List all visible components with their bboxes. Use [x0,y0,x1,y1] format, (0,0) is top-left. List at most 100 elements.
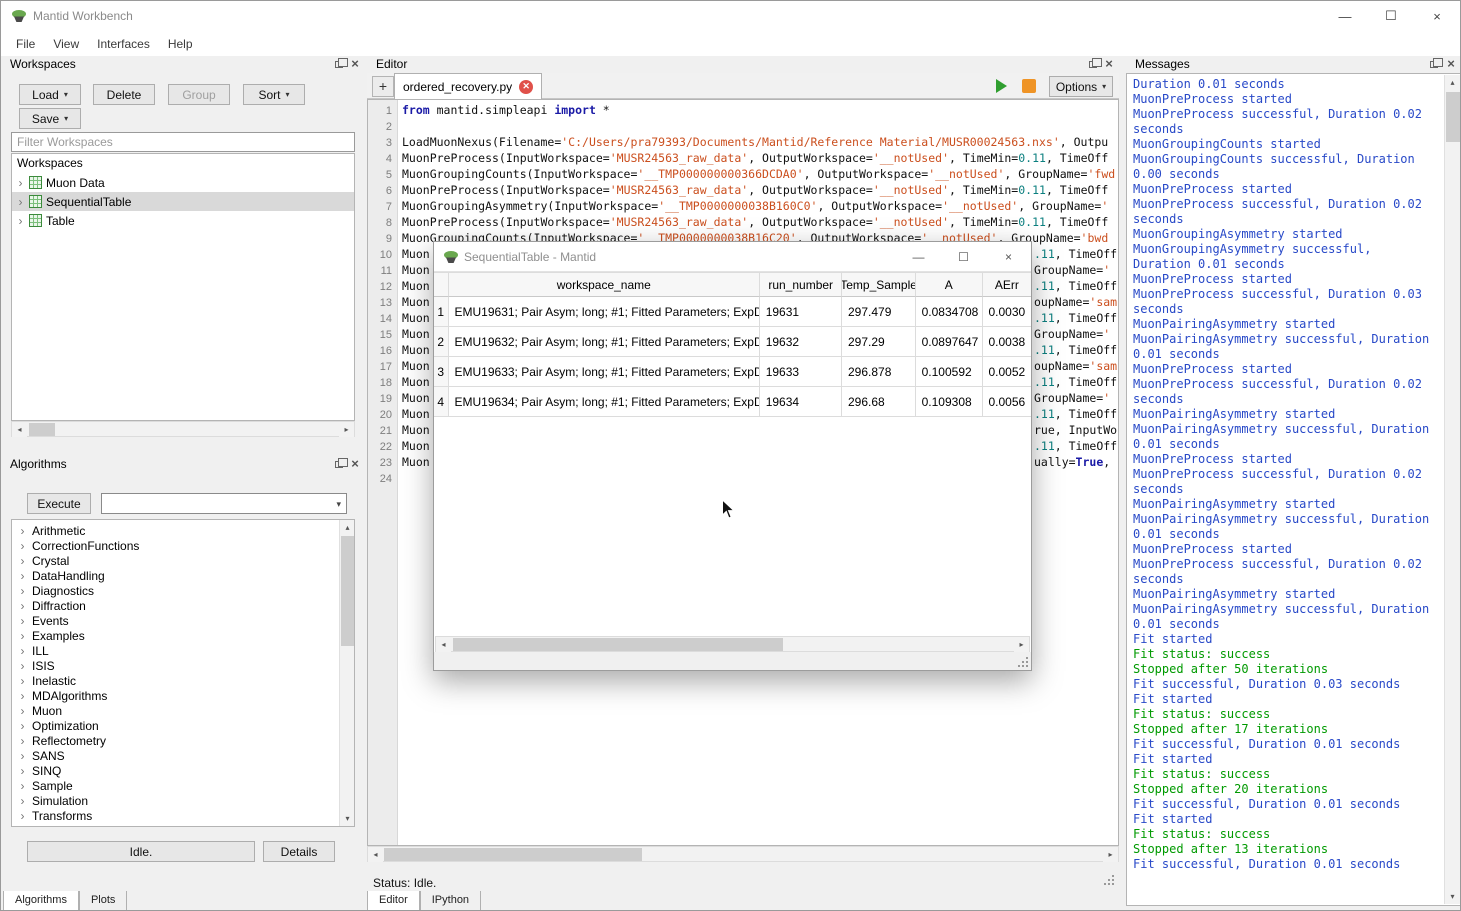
table-cell[interactable]: 0.0056 [983,387,1031,417]
editor-hscrollbar[interactable]: ◂ ▸ [367,846,1119,862]
algorithm-category-transforms[interactable]: ›Transforms [14,809,337,824]
expand-icon[interactable]: › [18,554,27,569]
table-cell[interactable]: 296.68 [842,387,916,417]
row-number[interactable]: 4 [434,387,449,417]
table-cell[interactable]: 19633 [760,357,842,387]
options-button[interactable]: Options▾ [1049,76,1113,97]
expand-icon[interactable]: › [18,524,27,539]
expand-icon[interactable]: › [18,584,27,599]
scroll-down-icon[interactable]: ▾ [340,811,355,826]
expand-icon[interactable]: › [18,644,27,659]
delete-button[interactable]: Delete [93,84,155,105]
expand-icon[interactable]: › [18,719,27,734]
float-icon[interactable] [1430,61,1438,68]
tab-close-icon[interactable]: ✕ [519,80,533,94]
menu-interfaces[interactable]: Interfaces [88,34,159,54]
code-line[interactable]: 5MuonGroupingCounts(InputWorkspace='__TM… [368,166,1118,182]
column-header[interactable]: workspace_name [449,272,761,297]
table-cell[interactable]: 19632 [760,327,842,357]
expand-icon[interactable]: › [18,614,27,629]
algorithm-search-combobox[interactable]: ▾ [101,493,347,514]
workspaces-hscrollbar[interactable]: ◂ ▸ [11,421,355,437]
column-header[interactable]: A [916,272,983,297]
scroll-right-icon[interactable]: ▸ [1103,847,1118,862]
scroll-left-icon[interactable]: ◂ [12,422,27,437]
table-cell[interactable]: 0.0052 [983,357,1031,387]
sequential-table-window[interactable]: SequentialTable - Mantid — ☐ × workspace… [433,241,1032,671]
code-line[interactable]: 2 [368,118,1118,134]
table-window-titlebar[interactable]: SequentialTable - Mantid — ☐ × [434,242,1031,272]
execute-button[interactable]: Execute [27,493,91,514]
table-cell[interactable]: EMU19633; Pair Asym; long; #1; Fitted Pa… [449,357,760,387]
expand-icon[interactable]: › [16,176,25,190]
resize-grip[interactable] [1103,874,1115,886]
table-cell[interactable]: 0.0030 [983,297,1031,327]
save-button[interactable]: Save▾ [19,108,81,129]
expand-icon[interactable]: › [18,629,27,644]
table-cell[interactable]: 296.878 [842,357,916,387]
algorithm-category-sinq[interactable]: ›SINQ [14,764,337,779]
scroll-down-icon[interactable]: ▾ [1445,889,1460,904]
close-icon[interactable]: × [1445,57,1457,71]
minimize-icon[interactable]: — [896,242,941,272]
filter-workspaces-input[interactable] [11,132,355,152]
code-line[interactable]: 4MuonPreProcess(InputWorkspace='MUSR2456… [368,150,1118,166]
abort-icon[interactable] [1022,79,1036,93]
expand-icon[interactable]: › [18,779,27,794]
close-icon[interactable]: × [349,457,361,471]
maximize-icon[interactable]: ☐ [941,242,986,272]
tab-editor[interactable]: Editor [367,891,420,911]
algorithm-category-events[interactable]: ›Events [14,614,337,629]
code-line[interactable]: 1from mantid.simpleapi import * [368,102,1118,118]
scroll-left-icon[interactable]: ◂ [436,637,451,652]
table-cell[interactable]: 19631 [760,297,842,327]
expand-icon[interactable]: › [18,539,27,554]
minimize-icon[interactable]: — [1322,1,1368,31]
expand-icon[interactable]: › [18,764,27,779]
expand-icon[interactable]: › [18,749,27,764]
table-cell[interactable]: EMU19631; Pair Asym; long; #1; Fitted Pa… [449,297,760,327]
scroll-right-icon[interactable]: ▸ [1014,637,1029,652]
idle-button[interactable]: Idle. [27,841,255,862]
expand-icon[interactable]: › [18,689,27,704]
expand-icon[interactable]: › [18,569,27,584]
algorithm-category-diagnostics[interactable]: ›Diagnostics [14,584,337,599]
expand-icon[interactable]: › [18,704,27,719]
algorithms-vscrollbar[interactable]: ▴ ▾ [339,520,354,826]
expand-icon[interactable]: › [16,214,25,228]
file-tab[interactable]: ordered_recovery.py ✕ [394,73,542,99]
details-button[interactable]: Details [263,841,335,862]
scrollbar-thumb[interactable] [384,848,642,861]
maximize-icon[interactable]: ☐ [1368,1,1414,31]
code-line[interactable]: 7MuonGroupingAsymmetry(InputWorkspace='_… [368,198,1118,214]
expand-icon[interactable]: › [18,599,27,614]
menu-file[interactable]: File [7,34,44,54]
close-icon[interactable]: × [986,242,1031,272]
messages-log[interactable]: Duration 0.01 secondsMuonPreProcess star… [1126,73,1461,906]
sort-button[interactable]: Sort▾ [243,84,305,105]
tab-algorithms[interactable]: Algorithms [3,891,79,911]
row-number[interactable]: 1 [434,297,449,327]
scroll-left-icon[interactable]: ◂ [368,847,383,862]
expand-icon[interactable]: › [18,809,27,824]
column-header[interactable]: Temp_Sample [842,272,916,297]
algorithm-category-reflectometry[interactable]: ›Reflectometry [14,734,337,749]
scrollbar-thumb[interactable] [29,423,55,436]
expand-icon[interactable]: › [18,659,27,674]
table-cell[interactable]: 297.29 [842,327,916,357]
column-header[interactable]: AErr [983,272,1031,297]
row-number[interactable]: 2 [434,327,449,357]
algorithm-category-correctionfunctions[interactable]: ›CorrectionFunctions [14,539,337,554]
code-line[interactable]: 3LoadMuonNexus(Filename='C:/Users/pra793… [368,134,1118,150]
new-tab-button[interactable]: + [372,76,394,97]
expand-icon[interactable]: › [18,674,27,689]
algorithm-category-crystal[interactable]: ›Crystal [14,554,337,569]
algorithm-category-ill[interactable]: ›ILL [14,644,337,659]
table-header-row[interactable]: workspace_name run_number Temp_Sample A … [434,272,1031,297]
menu-view[interactable]: View [44,34,88,54]
row-number[interactable]: 3 [434,357,449,387]
table-row[interactable]: 2EMU19632; Pair Asym; long; #1; Fitted P… [434,327,1031,357]
algorithm-category-optimization[interactable]: ›Optimization [14,719,337,734]
close-icon[interactable]: × [349,57,361,71]
menu-help[interactable]: Help [159,34,202,54]
